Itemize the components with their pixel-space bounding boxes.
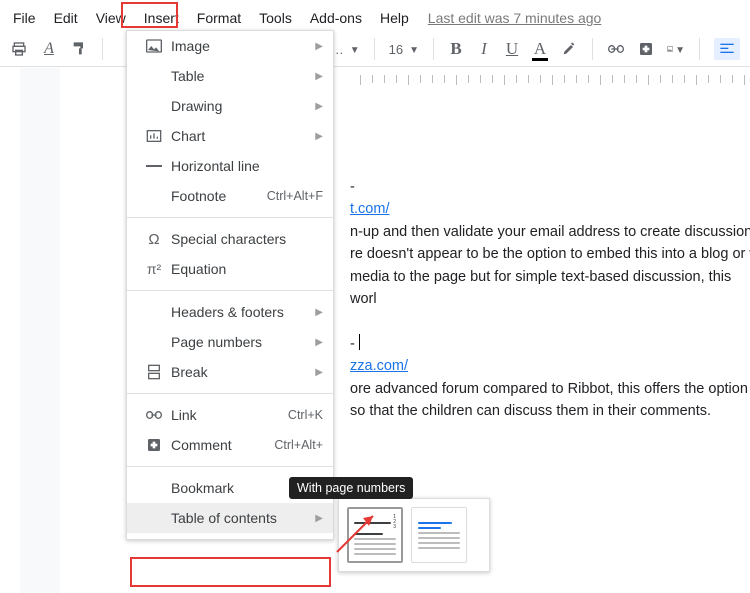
menu-item-image[interactable]: Image ▶ bbox=[127, 31, 333, 61]
menu-tools[interactable]: Tools bbox=[250, 6, 301, 30]
menu-bar: File Edit View Insert Format Tools Add-o… bbox=[0, 4, 750, 32]
document-content[interactable]: - t.com/ n-up and then validate your ema… bbox=[350, 176, 750, 423]
page-break-icon bbox=[141, 364, 167, 380]
chevron-down-icon: ▼ bbox=[350, 45, 360, 56]
toolbar-separator bbox=[433, 38, 434, 60]
italic-button[interactable]: I bbox=[476, 39, 492, 59]
menu-divider bbox=[127, 290, 333, 291]
doc-text: - bbox=[350, 176, 750, 198]
insert-comment-icon[interactable] bbox=[637, 40, 655, 58]
menu-item-footnote[interactable]: Footnote Ctrl+Alt+F bbox=[127, 181, 333, 211]
toolbar-separator bbox=[102, 38, 103, 60]
doc-text: ore advanced forum compared to Ribbot, t… bbox=[350, 378, 750, 400]
underline-button[interactable]: U bbox=[504, 39, 520, 59]
submenu-arrow-icon: ▶ bbox=[315, 513, 323, 524]
menu-view[interactable]: View bbox=[87, 6, 135, 30]
menu-divider bbox=[127, 217, 333, 218]
doc-text: - bbox=[350, 333, 750, 355]
insert-menu-dropdown: Image ▶ Table ▶ Drawing ▶ Chart ▶ Horizo… bbox=[126, 30, 334, 540]
menu-divider bbox=[127, 466, 333, 467]
menu-item-table[interactable]: Table ▶ bbox=[127, 61, 333, 91]
font-size-select[interactable]: 16 ▼ bbox=[389, 42, 419, 57]
submenu-arrow-icon: ▶ bbox=[315, 131, 323, 142]
menu-insert[interactable]: Insert bbox=[135, 6, 188, 30]
doc-text: so that the children can discuss them in… bbox=[350, 400, 750, 422]
comment-icon bbox=[141, 437, 167, 453]
doc-link[interactable]: t.com/ bbox=[350, 201, 389, 217]
text-color-button[interactable]: A bbox=[532, 39, 548, 59]
text-cursor bbox=[359, 334, 360, 350]
menu-item-horizontal-line[interactable]: Horizontal line bbox=[127, 151, 333, 181]
insert-image-icon[interactable]: ▼ bbox=[667, 40, 685, 58]
doc-text: n-up and then validate your email addres… bbox=[350, 221, 750, 243]
pi-icon: π² bbox=[141, 261, 167, 277]
toolbar-separator bbox=[374, 38, 375, 60]
print-icon[interactable] bbox=[10, 40, 28, 58]
menu-divider bbox=[127, 393, 333, 394]
bold-button[interactable]: B bbox=[448, 39, 464, 59]
link-icon bbox=[141, 410, 167, 420]
doc-link[interactable]: zza.com/ bbox=[350, 358, 408, 374]
menu-item-page-numbers[interactable]: Page numbers ▶ bbox=[127, 327, 333, 357]
horizontal-line-icon bbox=[141, 164, 167, 168]
menu-edit[interactable]: Edit bbox=[45, 6, 87, 30]
menu-item-break[interactable]: Break ▶ bbox=[127, 357, 333, 387]
doc-text: media to the page but for simple text-ba… bbox=[350, 266, 750, 311]
menu-addons[interactable]: Add-ons bbox=[301, 6, 371, 30]
tooltip: With page numbers bbox=[289, 477, 413, 499]
menu-item-equation[interactable]: π² Equation bbox=[127, 254, 333, 284]
menu-format[interactable]: Format bbox=[188, 6, 250, 30]
last-edit-link[interactable]: Last edit was 7 minutes ago bbox=[428, 10, 602, 26]
toolbar: A chet … ▼ 16 ▼ B I U A bbox=[0, 32, 750, 67]
menu-item-chart[interactable]: Chart ▶ bbox=[127, 121, 333, 151]
menu-file[interactable]: File bbox=[4, 6, 45, 30]
image-icon bbox=[141, 39, 167, 53]
menu-item-special-characters[interactable]: Ω Special characters bbox=[127, 224, 333, 254]
annotation-arrow bbox=[335, 510, 385, 555]
toolbar-separator bbox=[699, 38, 700, 60]
toolbar-separator bbox=[592, 38, 593, 60]
font-size-value: 16 bbox=[389, 42, 403, 57]
menu-item-link[interactable]: Link Ctrl+K bbox=[127, 400, 333, 430]
menu-item-table-of-contents[interactable]: Table of contents ▶ bbox=[127, 503, 333, 533]
highlight-button[interactable] bbox=[560, 40, 578, 58]
omega-icon: Ω bbox=[141, 231, 167, 248]
chevron-down-icon: ▼ bbox=[675, 45, 685, 56]
submenu-arrow-icon: ▶ bbox=[315, 41, 323, 52]
submenu-arrow-icon: ▶ bbox=[315, 307, 323, 318]
shortcut-label: Ctrl+K bbox=[280, 408, 323, 422]
chevron-down-icon: ▼ bbox=[409, 45, 419, 56]
menu-item-comment[interactable]: Comment Ctrl+Alt+ bbox=[127, 430, 333, 460]
menu-item-headers-footers[interactable]: Headers & footers ▶ bbox=[127, 297, 333, 327]
align-button[interactable] bbox=[714, 38, 740, 60]
submenu-arrow-icon: ▶ bbox=[315, 337, 323, 348]
submenu-arrow-icon: ▶ bbox=[315, 71, 323, 82]
doc-text: re doesn't appear to be the option to em… bbox=[350, 243, 750, 265]
chart-icon bbox=[141, 129, 167, 143]
toc-option-with-blue-links[interactable] bbox=[411, 507, 467, 563]
submenu-arrow-icon: ▶ bbox=[315, 101, 323, 112]
shortcut-label: Ctrl+Alt+ bbox=[266, 438, 323, 452]
submenu-arrow-icon: ▶ bbox=[315, 367, 323, 378]
shortcut-label: Ctrl+Alt+F bbox=[259, 189, 323, 203]
paint-format-icon[interactable] bbox=[70, 40, 88, 58]
menu-item-drawing[interactable]: Drawing ▶ bbox=[127, 91, 333, 121]
insert-link-icon[interactable] bbox=[607, 40, 625, 58]
spellcheck-icon[interactable]: A bbox=[40, 40, 58, 58]
menu-help[interactable]: Help bbox=[371, 6, 418, 30]
